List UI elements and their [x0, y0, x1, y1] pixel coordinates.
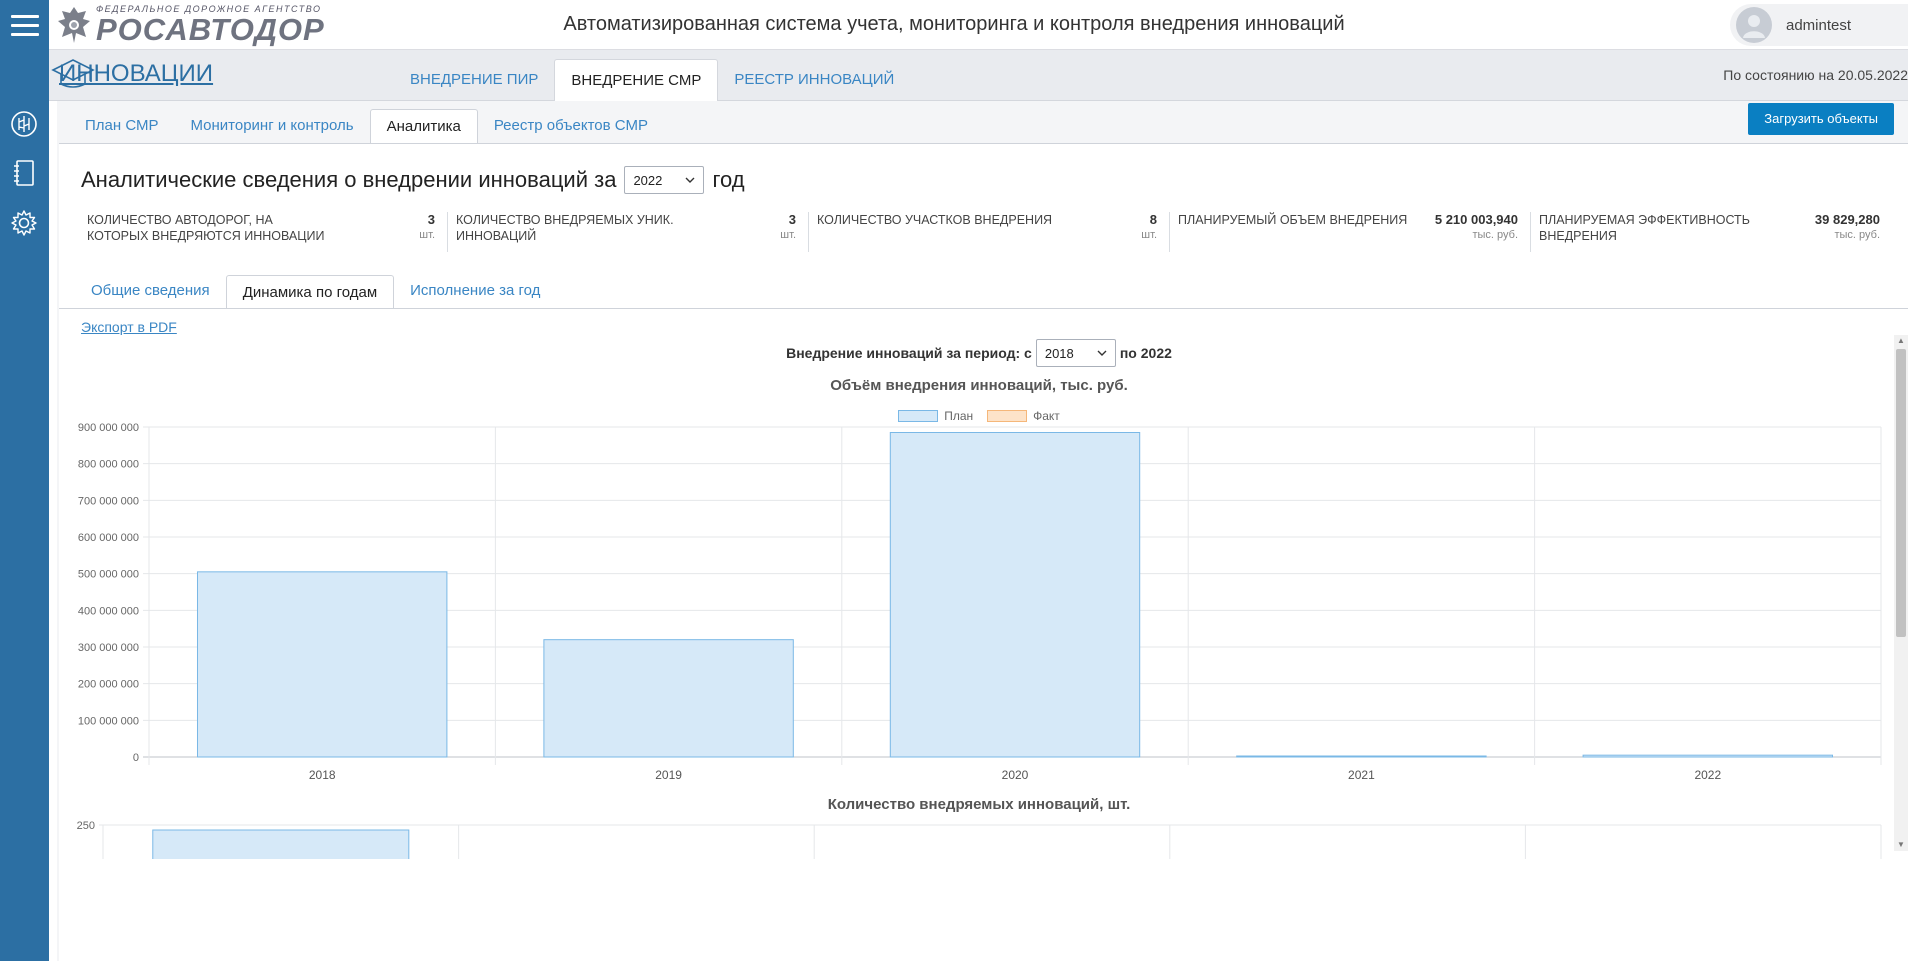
kpi-strip: КОЛИЧЕСТВО АВТОДОРОГ, НА КОТОРЫХ ВНЕДРЯЮ… [87, 212, 1892, 252]
x-tick-label: 2021 [1348, 768, 1375, 782]
x-tick-label: 2022 [1694, 768, 1721, 782]
scroll-thumb[interactable] [1896, 349, 1906, 637]
bar-plan [1236, 755, 1487, 758]
section-tabs: ВНЕДРЕНИЕ ПИР ВНЕДРЕНИЕ СМР РЕЕСТР ИННОВ… [394, 59, 910, 101]
page-title[interactable]: ИННОВАЦИИ [59, 60, 213, 88]
bar-plan [196, 571, 448, 758]
year-select-value: 2022 [633, 172, 663, 188]
chevron-down-icon [1097, 350, 1107, 356]
bar-plan [1582, 754, 1834, 758]
user-icon [1743, 15, 1765, 38]
left-rail [0, 50, 49, 961]
dynamics-panel: Экспорт в PDF Внедрение инноваций за пер… [59, 308, 1908, 962]
tab-reestr-innovatsiy[interactable]: РЕЕСТР ИННОВАЦИЙ [718, 59, 910, 101]
tab-execution[interactable]: Исполнение за год [394, 274, 556, 308]
kpi-label: КОЛИЧЕСТВО АВТОДОРОГ, НА КОТОРЫХ ВНЕДРЯЮ… [87, 213, 325, 243]
y-tick-label: 500 000 000 [78, 569, 139, 581]
kpi-label: ПЛАНИРУЕМАЯ ЭФФЕКТИВНОСТЬ ВНЕДРЕНИЯ [1539, 213, 1750, 243]
x-tick-label: 2019 [655, 768, 682, 782]
section-header: ИННОВАЦИИ ВНЕДРЕНИЕ ПИР ВНЕДРЕНИЕ СМР РЕ… [49, 50, 1908, 101]
y-tick-label: 0 [133, 752, 139, 764]
chart-title: Количество внедряемых инноваций, шт. [827, 796, 1131, 813]
avatar [1736, 7, 1772, 43]
kpi-label: КОЛИЧЕСТВО ВНЕДРЯЕМЫХ УНИК. ИННОВАЦИЙ [456, 213, 674, 243]
y-tick-label: 400 000 000 [78, 605, 139, 617]
year-select[interactable]: 2022 [624, 166, 705, 194]
chart-title: Объём внедрения инноваций, тыс. руб. [830, 377, 1128, 394]
main-content: План СМР Мониторинг и контроль Аналитика… [57, 101, 1908, 962]
bar-plan [543, 639, 794, 758]
period-from-select[interactable]: 2018 [1035, 339, 1116, 367]
y-tick-label: 700 000 000 [78, 495, 139, 507]
tab-plan-smr[interactable]: План СМР [69, 109, 175, 143]
user-name: admintest [1786, 16, 1852, 34]
period-from-value: 2018 [1044, 345, 1074, 361]
period-filter: Внедрение инноваций за период: с 2018 по… [59, 339, 1899, 367]
y-tick-label: 100 000 000 [78, 715, 139, 727]
export-pdf-link[interactable]: Экспорт в PDF [81, 319, 177, 335]
tab-monitoring[interactable]: Мониторинг и контроль [175, 109, 370, 143]
kpi-unique-innovations: КОЛИЧЕСТВО ВНЕДРЯЕМЫХ УНИК. ИННОВАЦИЙ 3 ш… [448, 212, 809, 252]
analytics-panel: Аналитические сведения о внедрении иннов… [59, 143, 1908, 962]
tab-analytics[interactable]: Аналитика [369, 109, 478, 143]
logo[interactable]: ФЕДЕРАЛЬНОЕ ДОРОЖНОЕ АГЕНТСТВО РОСАВТОДО… [56, 3, 325, 47]
tab-reestr-obektov[interactable]: Реестр объектов СМР [478, 109, 664, 143]
user-menu[interactable]: admintest [1730, 4, 1908, 46]
kpi-value: 8 [1149, 212, 1157, 227]
logo-title: РОСАВТОДОР [96, 12, 325, 47]
period-label-from: Внедрение инноваций за период: с [786, 345, 1032, 361]
kpi-value: 5 210 003,940 [1434, 212, 1518, 227]
chevron-down-icon [685, 177, 695, 183]
tab-dynamics[interactable]: Динамика по годам [225, 275, 395, 309]
tab-vnedrenie-smr[interactable]: ВНЕДРЕНИЕ СМР [554, 59, 719, 101]
status-date: По состоянию на 20.05.2022 [1723, 67, 1908, 83]
kpi-roads: КОЛИЧЕСТВО АВТОДОРОГ, НА КОТОРЫХ ВНЕДРЯЮ… [87, 212, 448, 252]
inner-tabs: Общие сведения Динамика по годам Исполне… [75, 274, 556, 309]
bar-plan [889, 432, 1141, 758]
kpi-sections: КОЛИЧЕСТВО УЧАСТКОВ ВНЕДРЕНИЯ 8 шт. [809, 212, 1170, 252]
y-tick-label: 600 000 000 [78, 532, 139, 544]
kpi-label: ПЛАНИРУЕМЫЙ ОБЪЕМ ВНЕДРЕНИЯ [1178, 213, 1408, 227]
top-header: ФЕДЕРАЛЬНОЕ ДОРОЖНОЕ АГЕНТСТВО РОСАВТОДО… [0, 0, 1908, 50]
y-tick-label: 900 000 000 [78, 422, 139, 434]
period-label-to: по 2022 [1119, 345, 1172, 361]
notebook-icon[interactable] [8, 157, 40, 189]
analytics-title: Аналитические сведения о внедрении иннов… [81, 166, 745, 194]
upload-objects-button[interactable]: Загрузить объекты [1748, 103, 1894, 135]
eagle-emblem-icon [58, 7, 90, 43]
kpi-value: 39 829,280 [1814, 212, 1880, 227]
kpi-unit: шт. [419, 229, 435, 241]
menu-icon[interactable] [0, 0, 49, 50]
kpi-value: 3 [788, 212, 796, 227]
brain-icon[interactable] [8, 108, 40, 140]
volume-chart: 0 100 000 000 200 000 000 300 000 000 400 00… [78, 422, 1882, 782]
x-tick-label: 2018 [309, 768, 336, 782]
tab-vnedrenie-pir[interactable]: ВНЕДРЕНИЕ ПИР [394, 59, 554, 101]
scroll-up-icon[interactable]: ▲ [1894, 335, 1908, 347]
sub-tabs: План СМР Мониторинг и контроль Аналитика… [69, 109, 664, 143]
y-tick-label: 200 000 000 [78, 679, 139, 691]
kpi-unit: тыс. руб. [1472, 229, 1518, 241]
x-tick-label: 2020 [1002, 768, 1029, 782]
gear-icon[interactable] [8, 207, 40, 239]
y-tick-label: 800 000 000 [78, 459, 139, 471]
y-tick-label: 300 000 000 [78, 642, 139, 654]
y-tick-label: 250 [77, 820, 95, 832]
analytics-title-prefix: Аналитические сведения о внедрении иннов… [81, 167, 617, 192]
analytics-title-suffix: год [712, 167, 745, 192]
kpi-unit: шт. [780, 229, 796, 241]
kpi-planned-efficiency: ПЛАНИРУЕМАЯ ЭФФЕКТИВНОСТЬ ВНЕДРЕНИЯ 39 8… [1531, 212, 1892, 252]
kpi-unit: тыс. руб. [1834, 229, 1880, 241]
scrollbar[interactable]: ▲ ▼ [1894, 335, 1908, 851]
scroll-down-icon[interactable]: ▼ [1894, 839, 1908, 851]
count-chart: 250 [77, 820, 1882, 859]
bar-plan [152, 829, 410, 859]
tab-general[interactable]: Общие сведения [75, 274, 226, 308]
kpi-label: КОЛИЧЕСТВО УЧАСТКОВ ВНЕДРЕНИЯ [817, 213, 1053, 227]
kpi-value: 3 [427, 212, 435, 227]
kpi-unit: шт. [1141, 229, 1157, 241]
kpi-planned-volume: ПЛАНИРУЕМЫЙ ОБЪЕМ ВНЕДРЕНИЯ 5 210 003,94… [1170, 212, 1531, 252]
